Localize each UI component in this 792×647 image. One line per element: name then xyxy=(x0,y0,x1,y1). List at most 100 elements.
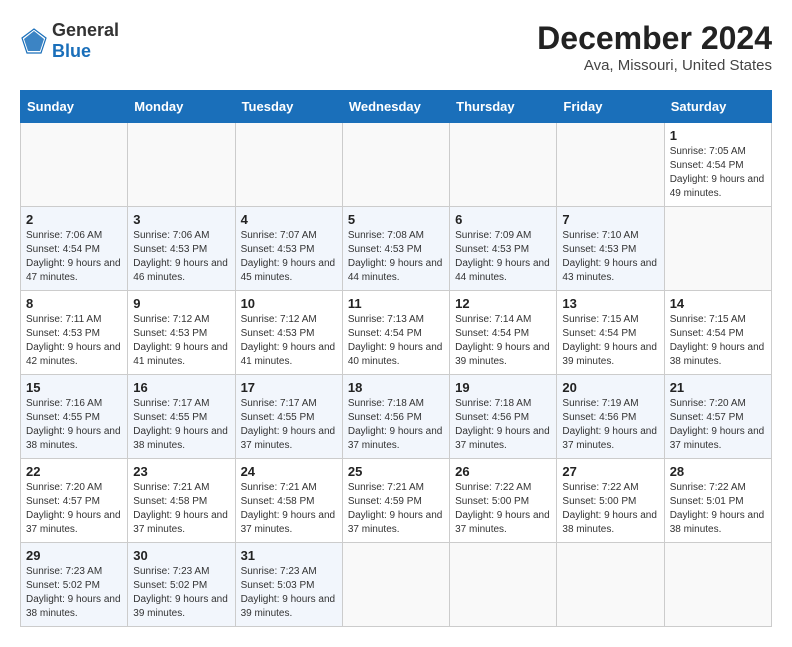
calendar-day: 21 Sunrise: 7:20 AMSunset: 4:57 PMDayligh… xyxy=(664,375,771,459)
location-title: Ava, Missouri, United States xyxy=(537,57,772,74)
calendar-day: 31 Sunrise: 7:23 AMSunset: 5:03 PMDayligh… xyxy=(235,543,342,627)
calendar-day: 1Sunrise: 7:05 AMSunset: 4:54 PMDaylight… xyxy=(664,123,771,207)
day-info: Sunrise: 7:07 AMSunset: 4:53 PMDaylight:… xyxy=(241,230,336,283)
calendar-day: 22 Sunrise: 7:20 AMSunset: 4:57 PMDayligh… xyxy=(21,459,128,543)
column-header-sunday: Sunday xyxy=(21,91,128,123)
empty-cell xyxy=(235,123,342,207)
calendar-day: 9 Sunrise: 7:12 AMSunset: 4:53 PMDaylight… xyxy=(128,291,235,375)
day-number: 14 xyxy=(670,296,766,311)
day-number: 22 xyxy=(26,464,122,479)
day-number: 29 xyxy=(26,548,122,563)
day-info: Sunrise: 7:21 AMSunset: 4:59 PMDaylight:… xyxy=(348,482,443,535)
calendar-day: 2 Sunrise: 7:06 AMSunset: 4:54 PMDaylight… xyxy=(21,207,128,291)
day-number: 4 xyxy=(241,212,337,227)
month-title: December 2024 xyxy=(537,20,772,57)
day-number: 17 xyxy=(241,380,337,395)
empty-cell xyxy=(557,543,664,627)
calendar-day: 11 Sunrise: 7:13 AMSunset: 4:54 PMDayligh… xyxy=(342,291,449,375)
calendar-day: 13 Sunrise: 7:15 AMSunset: 4:54 PMDayligh… xyxy=(557,291,664,375)
day-number: 25 xyxy=(348,464,444,479)
calendar-week-row: 15Sunrise: 7:16 AMSunset: 4:55 PMDayligh… xyxy=(21,375,772,459)
calendar-day: 6 Sunrise: 7:09 AMSunset: 4:53 PMDaylight… xyxy=(450,207,557,291)
column-header-wednesday: Wednesday xyxy=(342,91,449,123)
calendar-week-row: 2 Sunrise: 7:06 AMSunset: 4:54 PMDaylight… xyxy=(21,207,772,291)
day-number: 28 xyxy=(670,464,766,479)
column-header-monday: Monday xyxy=(128,91,235,123)
calendar-day: 17 Sunrise: 7:17 AMSunset: 4:55 PMDayligh… xyxy=(235,375,342,459)
title-area: December 2024 Ava, Missouri, United Stat… xyxy=(537,20,772,74)
calendar-day: 29 Sunrise: 7:23 AMSunset: 5:02 PMDayligh… xyxy=(21,543,128,627)
calendar-day: 19 Sunrise: 7:18 AMSunset: 4:56 PMDayligh… xyxy=(450,375,557,459)
empty-cell xyxy=(664,207,771,291)
day-number: 11 xyxy=(348,296,444,311)
calendar-day: 26Sunrise: 7:22 AMSunset: 5:00 PMDayligh… xyxy=(450,459,557,543)
day-info: Sunrise: 7:14 AMSunset: 4:54 PMDaylight:… xyxy=(455,314,550,367)
empty-cell xyxy=(342,543,449,627)
calendar-week-row: 1Sunrise: 7:05 AMSunset: 4:54 PMDaylight… xyxy=(21,123,772,207)
day-info: Sunrise: 7:06 AMSunset: 4:54 PMDaylight:… xyxy=(26,230,121,283)
calendar-week-row: 29 Sunrise: 7:23 AMSunset: 5:02 PMDayligh… xyxy=(21,543,772,627)
empty-cell xyxy=(342,123,449,207)
calendar-day: 3 Sunrise: 7:06 AMSunset: 4:53 PMDaylight… xyxy=(128,207,235,291)
day-number: 12 xyxy=(455,296,551,311)
column-header-thursday: Thursday xyxy=(450,91,557,123)
logo-icon xyxy=(20,27,48,55)
empty-cell xyxy=(128,123,235,207)
calendar-day: 15Sunrise: 7:16 AMSunset: 4:55 PMDayligh… xyxy=(21,375,128,459)
day-info: Sunrise: 7:17 AMSunset: 4:55 PMDaylight:… xyxy=(241,398,336,451)
column-header-saturday: Saturday xyxy=(664,91,771,123)
day-number: 16 xyxy=(133,380,229,395)
day-number: 31 xyxy=(241,548,337,563)
day-number: 6 xyxy=(455,212,551,227)
day-number: 20 xyxy=(562,380,658,395)
day-info: Sunrise: 7:22 AMSunset: 5:01 PMDaylight:… xyxy=(670,482,765,535)
day-info: Sunrise: 7:21 AMSunset: 4:58 PMDaylight:… xyxy=(133,482,228,535)
day-info: Sunrise: 7:23 AMSunset: 5:02 PMDaylight:… xyxy=(26,566,121,619)
day-info: Sunrise: 7:08 AMSunset: 4:53 PMDaylight:… xyxy=(348,230,443,283)
calendar-day: 28 Sunrise: 7:22 AMSunset: 5:01 PMDayligh… xyxy=(664,459,771,543)
day-info: Sunrise: 7:16 AMSunset: 4:55 PMDaylight:… xyxy=(26,398,121,451)
logo-blue-text: Blue xyxy=(52,41,91,61)
day-number: 21 xyxy=(670,380,766,395)
calendar-day: 25 Sunrise: 7:21 AMSunset: 4:59 PMDayligh… xyxy=(342,459,449,543)
day-number: 3 xyxy=(133,212,229,227)
calendar-day: 30Sunrise: 7:23 AMSunset: 5:02 PMDayligh… xyxy=(128,543,235,627)
day-info: Sunrise: 7:15 AMSunset: 4:54 PMDaylight:… xyxy=(562,314,657,367)
day-number: 5 xyxy=(348,212,444,227)
day-number: 24 xyxy=(241,464,337,479)
day-info: Sunrise: 7:10 AMSunset: 4:53 PMDaylight:… xyxy=(562,230,657,283)
day-info: Sunrise: 7:06 AMSunset: 4:53 PMDaylight:… xyxy=(133,230,228,283)
day-info: Sunrise: 7:20 AMSunset: 4:57 PMDaylight:… xyxy=(26,482,121,535)
day-number: 7 xyxy=(562,212,658,227)
calendar-table: SundayMondayTuesdayWednesdayThursdayFrid… xyxy=(20,90,772,627)
day-info: Sunrise: 7:21 AMSunset: 4:58 PMDaylight:… xyxy=(241,482,336,535)
day-number: 13 xyxy=(562,296,658,311)
calendar-day: 14Sunrise: 7:15 AMSunset: 4:54 PMDayligh… xyxy=(664,291,771,375)
day-info: Sunrise: 7:19 AMSunset: 4:56 PMDaylight:… xyxy=(562,398,657,451)
day-info: Sunrise: 7:09 AMSunset: 4:53 PMDaylight:… xyxy=(455,230,550,283)
empty-cell xyxy=(21,123,128,207)
day-number: 8 xyxy=(26,296,122,311)
logo-general-text: General xyxy=(52,20,119,40)
day-info: Sunrise: 7:12 AMSunset: 4:53 PMDaylight:… xyxy=(133,314,228,367)
calendar-day: 4 Sunrise: 7:07 AMSunset: 4:53 PMDaylight… xyxy=(235,207,342,291)
day-number: 1 xyxy=(670,128,766,143)
calendar-week-row: 8 Sunrise: 7:11 AMSunset: 4:53 PMDaylight… xyxy=(21,291,772,375)
empty-cell xyxy=(664,543,771,627)
calendar-day: 8 Sunrise: 7:11 AMSunset: 4:53 PMDaylight… xyxy=(21,291,128,375)
day-number: 19 xyxy=(455,380,551,395)
calendar-day: 10Sunrise: 7:12 AMSunset: 4:53 PMDayligh… xyxy=(235,291,342,375)
day-info: Sunrise: 7:13 AMSunset: 4:54 PMDaylight:… xyxy=(348,314,443,367)
day-info: Sunrise: 7:20 AMSunset: 4:57 PMDaylight:… xyxy=(670,398,765,451)
day-number: 9 xyxy=(133,296,229,311)
day-number: 2 xyxy=(26,212,122,227)
logo: General Blue xyxy=(20,20,119,62)
day-info: Sunrise: 7:18 AMSunset: 4:56 PMDaylight:… xyxy=(455,398,550,451)
empty-cell xyxy=(557,123,664,207)
day-info: Sunrise: 7:22 AMSunset: 5:00 PMDaylight:… xyxy=(455,482,550,535)
calendar-day: 18Sunrise: 7:18 AMSunset: 4:56 PMDayligh… xyxy=(342,375,449,459)
day-info: Sunrise: 7:11 AMSunset: 4:53 PMDaylight:… xyxy=(26,314,121,367)
calendar-day: 16Sunrise: 7:17 AMSunset: 4:55 PMDayligh… xyxy=(128,375,235,459)
calendar-day: 7 Sunrise: 7:10 AMSunset: 4:53 PMDaylight… xyxy=(557,207,664,291)
day-info: Sunrise: 7:23 AMSunset: 5:03 PMDaylight:… xyxy=(241,566,336,619)
